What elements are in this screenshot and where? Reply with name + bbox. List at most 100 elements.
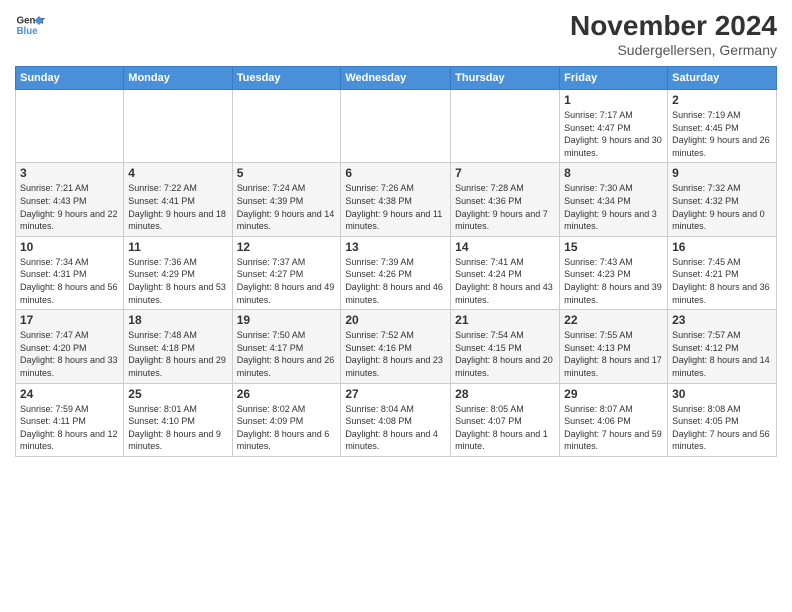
day-number: 26 [237, 387, 337, 401]
col-friday: Friday [560, 67, 668, 90]
day-number: 6 [345, 166, 446, 180]
location-subtitle: Sudergellersen, Germany [570, 42, 777, 58]
calendar-cell: 23 Sunrise: 7:57 AMSunset: 4:12 PMDayligh… [668, 310, 777, 383]
calendar-cell: 7 Sunrise: 7:28 AMSunset: 4:36 PMDaylight… [451, 163, 560, 236]
day-number: 4 [128, 166, 227, 180]
day-number: 10 [20, 240, 119, 254]
day-number: 21 [455, 313, 555, 327]
day-info: Sunrise: 7:43 AMSunset: 4:23 PMDaylight:… [564, 256, 663, 306]
day-number: 19 [237, 313, 337, 327]
month-title: November 2024 [570, 10, 777, 42]
calendar-cell: 8 Sunrise: 7:30 AMSunset: 4:34 PMDaylight… [560, 163, 668, 236]
day-info: Sunrise: 8:08 AMSunset: 4:05 PMDaylight:… [672, 403, 772, 453]
calendar-week-1: 1 Sunrise: 7:17 AMSunset: 4:47 PMDaylight… [16, 90, 777, 163]
title-block: November 2024 Sudergellersen, Germany [570, 10, 777, 58]
day-info: Sunrise: 7:22 AMSunset: 4:41 PMDaylight:… [128, 182, 227, 232]
calendar-cell: 3Sunrise: 7:21 AMSunset: 4:43 PMDaylight… [16, 163, 124, 236]
calendar-cell: 6Sunrise: 7:26 AMSunset: 4:38 PMDaylight… [341, 163, 451, 236]
day-number: 17 [20, 313, 119, 327]
day-info: Sunrise: 7:59 AMSunset: 4:11 PMDaylight:… [20, 403, 119, 453]
calendar-cell: 10 Sunrise: 7:34 AMSunset: 4:31 PMDayligh… [16, 236, 124, 309]
day-number: 7 [455, 166, 555, 180]
day-info: Sunrise: 7:50 AMSunset: 4:17 PMDaylight:… [237, 329, 337, 379]
day-number: 11 [128, 240, 227, 254]
calendar-header: Sunday Monday Tuesday Wednesday Thursday… [16, 67, 777, 90]
day-number: 2 [672, 93, 772, 107]
calendar-cell: 2 Sunrise: 7:19 AMSunset: 4:45 PMDaylight… [668, 90, 777, 163]
calendar-cell: 25Sunrise: 8:01 AMSunset: 4:10 PMDayligh… [124, 383, 232, 456]
day-number: 14 [455, 240, 555, 254]
day-number: 15 [564, 240, 663, 254]
day-info: Sunrise: 8:04 AMSunset: 4:08 PMDaylight:… [345, 403, 446, 453]
day-info: Sunrise: 7:19 AMSunset: 4:45 PMDaylight:… [672, 109, 772, 159]
day-number: 18 [128, 313, 227, 327]
calendar-cell: 14 Sunrise: 7:41 AMSunset: 4:24 PMDayligh… [451, 236, 560, 309]
day-info: Sunrise: 7:41 AMSunset: 4:24 PMDaylight:… [455, 256, 555, 306]
calendar-cell: 19 Sunrise: 7:50 AMSunset: 4:17 PMDayligh… [232, 310, 341, 383]
day-number: 28 [455, 387, 555, 401]
day-info: Sunrise: 7:48 AMSunset: 4:18 PMDaylight:… [128, 329, 227, 379]
col-monday: Monday [124, 67, 232, 90]
day-number: 20 [345, 313, 446, 327]
calendar-cell [341, 90, 451, 163]
calendar-table: Sunday Monday Tuesday Wednesday Thursday… [15, 66, 777, 457]
header: General Blue General Blue November 2024 … [15, 10, 777, 58]
day-number: 12 [237, 240, 337, 254]
day-info: Sunrise: 7:45 AMSunset: 4:21 PMDaylight:… [672, 256, 772, 306]
day-info: Sunrise: 7:57 AMSunset: 4:12 PMDaylight:… [672, 329, 772, 379]
calendar-cell: 20 Sunrise: 7:52 AMSunset: 4:16 PMDayligh… [341, 310, 451, 383]
col-wednesday: Wednesday [341, 67, 451, 90]
calendar-cell: 26Sunrise: 8:02 AMSunset: 4:09 PMDayligh… [232, 383, 341, 456]
day-number: 5 [237, 166, 337, 180]
calendar-cell: 29 Sunrise: 8:07 AMSunset: 4:06 PMDayligh… [560, 383, 668, 456]
calendar-cell: 18 Sunrise: 7:48 AMSunset: 4:18 PMDayligh… [124, 310, 232, 383]
day-number: 1 [564, 93, 663, 107]
day-number: 30 [672, 387, 772, 401]
calendar-cell: 24 Sunrise: 7:59 AMSunset: 4:11 PMDayligh… [16, 383, 124, 456]
day-info: Sunrise: 7:54 AMSunset: 4:15 PMDaylight:… [455, 329, 555, 379]
day-info: Sunrise: 8:07 AMSunset: 4:06 PMDaylight:… [564, 403, 663, 453]
col-thursday: Thursday [451, 67, 560, 90]
col-sunday: Sunday [16, 67, 124, 90]
day-info: Sunrise: 7:52 AMSunset: 4:16 PMDaylight:… [345, 329, 446, 379]
day-number: 29 [564, 387, 663, 401]
col-tuesday: Tuesday [232, 67, 341, 90]
day-number: 3 [20, 166, 119, 180]
day-info: Sunrise: 7:28 AMSunset: 4:36 PMDaylight:… [455, 182, 555, 232]
day-number: 13 [345, 240, 446, 254]
calendar-cell: 12Sunrise: 7:37 AMSunset: 4:27 PMDayligh… [232, 236, 341, 309]
calendar-cell: 21 Sunrise: 7:54 AMSunset: 4:15 PMDayligh… [451, 310, 560, 383]
day-info: Sunrise: 7:17 AMSunset: 4:47 PMDaylight:… [564, 109, 663, 159]
calendar-cell: 5 Sunrise: 7:24 AMSunset: 4:39 PMDaylight… [232, 163, 341, 236]
calendar-cell [232, 90, 341, 163]
day-number: 27 [345, 387, 446, 401]
calendar-week-5: 24 Sunrise: 7:59 AMSunset: 4:11 PMDayligh… [16, 383, 777, 456]
calendar-week-3: 10 Sunrise: 7:34 AMSunset: 4:31 PMDayligh… [16, 236, 777, 309]
day-number: 9 [672, 166, 772, 180]
day-number: 24 [20, 387, 119, 401]
calendar-cell: 30 Sunrise: 8:08 AMSunset: 4:05 PMDayligh… [668, 383, 777, 456]
day-number: 8 [564, 166, 663, 180]
day-number: 23 [672, 313, 772, 327]
day-info: Sunrise: 7:24 AMSunset: 4:39 PMDaylight:… [237, 182, 337, 232]
day-number: 22 [564, 313, 663, 327]
calendar-cell: 17 Sunrise: 7:47 AMSunset: 4:20 PMDayligh… [16, 310, 124, 383]
day-info: Sunrise: 7:47 AMSunset: 4:20 PMDaylight:… [20, 329, 119, 379]
calendar-cell: 15 Sunrise: 7:43 AMSunset: 4:23 PMDayligh… [560, 236, 668, 309]
calendar-cell: 4 Sunrise: 7:22 AMSunset: 4:41 PMDaylight… [124, 163, 232, 236]
header-row: Sunday Monday Tuesday Wednesday Thursday… [16, 67, 777, 90]
calendar-body: 1 Sunrise: 7:17 AMSunset: 4:47 PMDaylight… [16, 90, 777, 457]
day-info: Sunrise: 7:55 AMSunset: 4:13 PMDaylight:… [564, 329, 663, 379]
calendar-week-2: 3Sunrise: 7:21 AMSunset: 4:43 PMDaylight… [16, 163, 777, 236]
day-info: Sunrise: 7:30 AMSunset: 4:34 PMDaylight:… [564, 182, 663, 232]
day-number: 16 [672, 240, 772, 254]
calendar-cell: 16 Sunrise: 7:45 AMSunset: 4:21 PMDayligh… [668, 236, 777, 309]
day-info: Sunrise: 7:32 AMSunset: 4:32 PMDaylight:… [672, 182, 772, 232]
calendar-cell [451, 90, 560, 163]
calendar-cell [124, 90, 232, 163]
day-info: Sunrise: 7:34 AMSunset: 4:31 PMDaylight:… [20, 256, 119, 306]
calendar-cell: 13Sunrise: 7:39 AMSunset: 4:26 PMDayligh… [341, 236, 451, 309]
col-saturday: Saturday [668, 67, 777, 90]
calendar-cell [16, 90, 124, 163]
calendar-cell: 27 Sunrise: 8:04 AMSunset: 4:08 PMDayligh… [341, 383, 451, 456]
